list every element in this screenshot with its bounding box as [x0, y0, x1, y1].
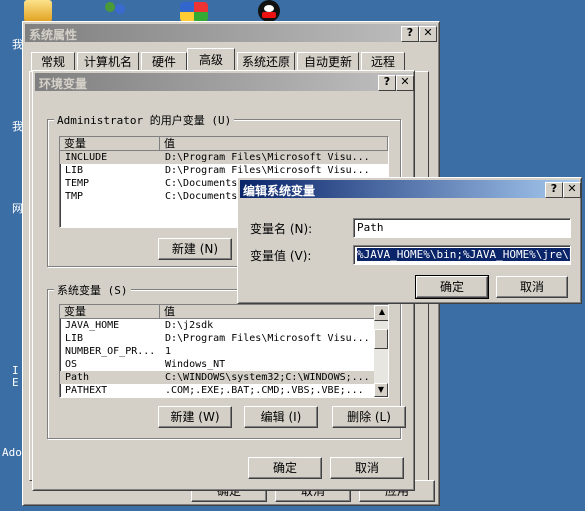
variable-name-label: 变量名 (N): — [250, 222, 313, 236]
edit-system-variable-dialog: 编辑系统变量 ? ✕ 变量名 (N): Path 变量值 (V): %JAVA_… — [237, 177, 582, 304]
variable-value-cell: D:\Program Files\Microsoft Visu... — [165, 333, 370, 344]
variable-name-cell: PATHEXT — [65, 385, 108, 396]
system-properties-title: 系统属性 — [29, 28, 78, 42]
table-row[interactable]: LIB D:\Program Files\Microsoft Visu... — [60, 164, 388, 177]
variable-name-cell: LIB — [65, 165, 84, 176]
close-button[interactable]: ✕ — [419, 26, 437, 42]
variable-name-input[interactable]: Path — [353, 218, 571, 238]
desktop-icon-windows[interactable] — [180, 2, 208, 22]
user-variables-label: Administrator 的用户变量 (U) — [54, 112, 235, 128]
user-new-button[interactable]: 新建 (N) — [158, 238, 232, 260]
system-list-header: 变量 值 — [60, 305, 388, 319]
table-row[interactable]: OS Windows_NT — [60, 358, 388, 371]
variable-value-cell: .COM;.EXE;.BAT;.CMD;.VBS;.VBE;... — [165, 385, 364, 396]
system-variables-list[interactable]: 变量 值 JAVA_HOME D:\j2sdk LIB D:\Program File… — [59, 304, 389, 398]
variable-name-cell: TEMP — [65, 178, 90, 189]
variable-name-cell: LIB — [65, 333, 84, 344]
table-row[interactable]: LIB D:\Program Files\Microsoft Visu... — [60, 332, 388, 345]
scroll-thumb[interactable] — [374, 329, 388, 349]
table-row[interactable]: NUMBER_OF_PR... 1 — [60, 345, 388, 358]
col-header-variable[interactable]: 变量 — [60, 305, 160, 319]
edit-ok-button[interactable]: 确定 — [415, 275, 489, 299]
help-button[interactable]: ? — [378, 75, 396, 91]
variable-name-cell: NUMBER_OF_PR... — [65, 346, 156, 357]
tab-system-restore[interactable]: 系统还原 — [237, 52, 295, 72]
variable-value-cell: D:\Program Files\Microsoft Visu... — [165, 152, 370, 163]
variable-name-cell: OS — [65, 359, 78, 370]
variable-value-label: 变量值 (V): — [250, 249, 312, 263]
edit-dialog-title: 编辑系统变量 — [243, 184, 316, 198]
environment-variables-title: 环境变量 — [39, 77, 88, 91]
variable-value-cell: C:\WINDOWS\system32;C:\WINDOWS;... — [165, 372, 370, 383]
close-button[interactable]: ✕ — [396, 75, 414, 91]
variable-value-cell: D:\Program Files\Microsoft Visu... — [165, 165, 370, 176]
close-button[interactable]: ✕ — [563, 182, 581, 198]
system-variables-group: 系统变量 (S) 变量 值 JAVA_HOME D:\j2sdk LIB D:\Pro… — [47, 282, 406, 439]
env-cancel-button[interactable]: 取消 — [330, 457, 404, 479]
help-button[interactable]: ? — [401, 26, 419, 42]
desktop-icon-qq-penguin[interactable] — [258, 0, 280, 22]
system-delete-button[interactable]: 删除 (L) — [332, 406, 406, 428]
col-header-variable[interactable]: 变量 — [60, 137, 160, 151]
variable-name-cell: TMP — [65, 191, 84, 202]
desktop-icon-documents[interactable] — [24, 0, 52, 22]
table-row[interactable]: PATHEXT .COM;.EXE;.BAT;.CMD;.VBS;.VBE;... — [60, 384, 388, 397]
col-header-value[interactable]: 值 — [160, 305, 388, 319]
desktop-label-6: Ado — [2, 446, 22, 459]
edit-dialog-titlebar: 编辑系统变量 ? ✕ — [240, 180, 581, 198]
variable-value-cell: Windows_NT — [165, 359, 226, 370]
tab-hardware[interactable]: 硬件 — [141, 52, 187, 72]
tab-computer-name[interactable]: 计算机名 — [77, 52, 139, 72]
user-list-header: 变量 值 — [60, 137, 388, 151]
system-properties-titlebar: 系统属性 ? ✕ — [25, 24, 437, 42]
edit-cancel-button[interactable]: 取消 — [496, 276, 568, 298]
variable-value-cell: D:\j2sdk — [165, 320, 214, 331]
system-edit-button[interactable]: 编辑 (I) — [244, 406, 318, 428]
scroll-down-icon[interactable]: ▼ — [374, 383, 388, 397]
tab-general[interactable]: 常规 — [31, 52, 75, 72]
environment-variables-titlebar: 环境变量 ? ✕ — [35, 73, 414, 91]
variable-value-cell: 1 — [165, 346, 172, 357]
desktop-icon-network-users[interactable] — [103, 0, 129, 22]
variable-name-cell: INCLUDE — [65, 152, 108, 163]
desktop-label-5: E — [12, 376, 19, 389]
variable-value-text: %JAVA_HOME%\bin;%JAVA_HOME%\jre\bin — [357, 248, 570, 261]
env-ok-button[interactable]: 确定 — [248, 457, 322, 479]
system-new-button[interactable]: 新建 (W) — [158, 406, 232, 428]
system-list-scrollbar[interactable]: ▲ ▼ — [374, 305, 388, 397]
table-row[interactable]: INCLUDE D:\Program Files\Microsoft Visu..… — [60, 151, 388, 164]
variable-name-cell: JAVA_HOME — [65, 320, 120, 331]
col-header-value[interactable]: 值 — [160, 137, 388, 151]
variable-name-cell: Path — [65, 372, 90, 383]
variable-value-input[interactable]: %JAVA_HOME%\bin;%JAVA_HOME%\jre\bin — [353, 245, 571, 265]
tab-advanced[interactable]: 高级 — [187, 48, 235, 72]
system-variables-label: 系统变量 (S) — [54, 282, 131, 298]
scroll-up-icon[interactable]: ▲ — [374, 305, 388, 321]
table-row[interactable]: JAVA_HOME D:\j2sdk — [60, 319, 388, 332]
table-row[interactable]: Path C:\WINDOWS\system32;C:\WINDOWS;... — [60, 371, 388, 384]
tab-remote[interactable]: 远程 — [361, 52, 405, 72]
help-button[interactable]: ? — [545, 182, 563, 198]
tab-auto-update[interactable]: 自动更新 — [297, 52, 359, 72]
